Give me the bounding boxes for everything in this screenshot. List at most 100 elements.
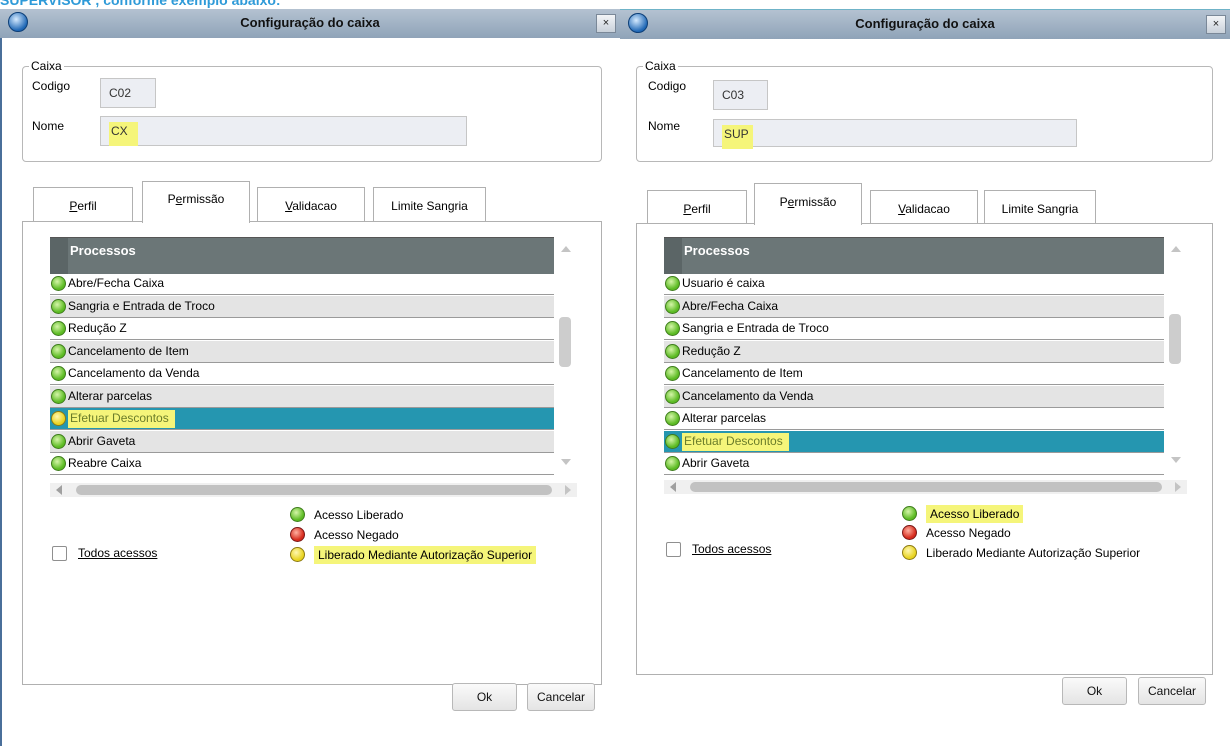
scroll-down-arrow-icon[interactable] [561, 459, 571, 465]
table-row[interactable]: Cancelamento de Item [664, 363, 1164, 385]
hscroll-thumb[interactable] [690, 482, 1162, 492]
table-row[interactable]: Usuario é caixa [664, 273, 1164, 295]
table-row[interactable]: Reabre Caixa [50, 453, 554, 475]
green-status-icon[interactable] [51, 343, 66, 359]
green-status-icon[interactable] [51, 366, 66, 381]
table-row[interactable]: Sangria e Entrada de Troco [50, 295, 554, 318]
nome-field[interactable]: CX [100, 116, 467, 146]
title-bar: Configuração do caixa × [620, 9, 1230, 39]
tab-validacao-rest: alidacao [292, 199, 337, 213]
table-row[interactable]: Cancelamento da Venda [664, 385, 1164, 408]
tab-validacao[interactable]: Validacao [870, 190, 978, 224]
legend-label: Acesso Liberado [314, 508, 404, 522]
vertical-scrollbar[interactable] [1169, 242, 1183, 467]
legend-label: Liberado Mediante Autorização Superior [314, 546, 537, 564]
tab-permissao[interactable]: Permissão [142, 181, 250, 223]
todos-acessos-label[interactable]: Todos acessos [692, 542, 771, 556]
caixa-group-label: Caixa [29, 59, 64, 73]
tab-perfil[interactable]: Perfil [647, 190, 747, 224]
cancelar-button[interactable]: Cancelar [527, 683, 595, 711]
table-row[interactable]: Sangria e Entrada de Troco [664, 318, 1164, 340]
green-status-icon[interactable] [665, 298, 680, 314]
todos-acessos-checkbox[interactable] [666, 542, 681, 557]
vertical-scrollbar[interactable] [559, 242, 573, 469]
red-status-icon [902, 525, 917, 540]
close-button[interactable]: × [596, 14, 616, 33]
green-status-icon[interactable] [665, 411, 680, 426]
red-status-icon [290, 527, 305, 542]
processos-grid: Processos Usuario é caixa Abre/Fecha Caix… [664, 237, 1164, 475]
scroll-thumb[interactable] [559, 317, 571, 367]
scroll-up-arrow-icon[interactable] [1171, 246, 1181, 252]
top-caption: SUPERVISOR , conforme exemplo abaixo: [0, 0, 281, 8]
nome-label: Nome [32, 119, 65, 133]
tab-permissao-pre: P [167, 192, 176, 206]
table-row[interactable]: Cancelamento de Item [50, 340, 554, 363]
tab-limite-sangria[interactable]: Limite Sangria [373, 187, 486, 221]
todos-acessos-label[interactable]: Todos acessos [78, 546, 157, 560]
table-row[interactable]: Redução Z [50, 318, 554, 340]
codigo-field[interactable]: C02 [100, 78, 156, 108]
legend-label: Acesso Negado [926, 526, 1011, 540]
table-row[interactable]: Abre/Fecha Caixa [664, 295, 1164, 318]
codigo-label: Codigo [648, 79, 687, 93]
table-row[interactable]: Redução Z [664, 340, 1164, 363]
codigo-field[interactable]: C03 [713, 80, 768, 110]
table-row[interactable]: Efetuar Descontos [664, 430, 1164, 453]
scroll-left-arrow-icon[interactable] [56, 485, 62, 495]
hscroll-thumb[interactable] [76, 485, 552, 495]
todos-acessos-text: Todos acessos [692, 542, 772, 556]
scroll-right-arrow-icon[interactable] [1175, 482, 1181, 492]
process-label: Redução Z [68, 321, 127, 335]
scroll-down-arrow-icon[interactable] [1171, 457, 1181, 463]
nome-field[interactable]: SUP [713, 119, 1077, 149]
title-bar: Configuração do caixa × [0, 9, 620, 38]
green-status-icon[interactable] [665, 433, 680, 449]
window-border [0, 38, 2, 746]
table-row[interactable]: Abre/Fecha Caixa [50, 273, 554, 295]
cancelar-button[interactable]: Cancelar [1138, 677, 1206, 705]
window-title: Configuração do caixa [855, 16, 995, 31]
green-status-icon[interactable] [665, 276, 680, 291]
ok-button[interactable]: Ok [1062, 677, 1127, 705]
table-row[interactable]: Abrir Gaveta [664, 453, 1164, 475]
window-title: Configuração do caixa [240, 15, 380, 30]
scroll-left-arrow-icon[interactable] [670, 482, 676, 492]
table-row[interactable]: Cancelamento da Venda [50, 363, 554, 385]
green-status-icon[interactable] [665, 321, 680, 336]
table-row[interactable]: Efetuar Descontos [50, 408, 554, 430]
green-status-icon[interactable] [51, 456, 66, 471]
process-label: Reabre Caixa [68, 456, 142, 470]
codigo-label: Codigo [32, 79, 71, 93]
green-status-icon[interactable] [51, 388, 66, 404]
green-status-icon[interactable] [51, 276, 66, 291]
tab-permissao-rest: rmissão [182, 192, 225, 206]
header-status-col [50, 238, 68, 274]
tab-permissao[interactable]: Permissão [754, 183, 862, 225]
green-status-icon[interactable] [51, 433, 66, 449]
scroll-up-arrow-icon[interactable] [561, 246, 571, 252]
ok-button[interactable]: Ok [452, 683, 517, 711]
table-row[interactable]: Abrir Gaveta [50, 430, 554, 453]
header-status-col [664, 238, 682, 274]
scroll-thumb[interactable] [1169, 314, 1181, 364]
processos-grid: Processos Abre/Fecha Caixa Sangria e Entr… [50, 237, 554, 475]
green-status-icon[interactable] [665, 456, 680, 471]
table-row[interactable]: Alterar parcelas [664, 408, 1164, 430]
horizontal-scrollbar[interactable] [664, 480, 1187, 494]
todos-acessos-checkbox[interactable] [52, 546, 67, 561]
tab-limite-sangria[interactable]: Limite Sangria [984, 190, 1096, 224]
green-status-icon[interactable] [51, 321, 66, 336]
scroll-right-arrow-icon[interactable] [565, 485, 571, 495]
yellow-status-icon[interactable] [51, 411, 66, 426]
tab-validacao[interactable]: Validacao [257, 187, 365, 221]
green-status-icon[interactable] [665, 366, 680, 381]
horizontal-scrollbar[interactable] [50, 483, 577, 497]
close-button[interactable]: × [1206, 15, 1226, 34]
green-status-icon[interactable] [665, 343, 680, 359]
tab-perfil[interactable]: Perfil [33, 187, 133, 221]
process-label: Sangria e Entrada de Troco [682, 321, 829, 335]
table-row[interactable]: Alterar parcelas [50, 385, 554, 408]
green-status-icon[interactable] [665, 388, 680, 404]
green-status-icon[interactable] [51, 298, 66, 314]
